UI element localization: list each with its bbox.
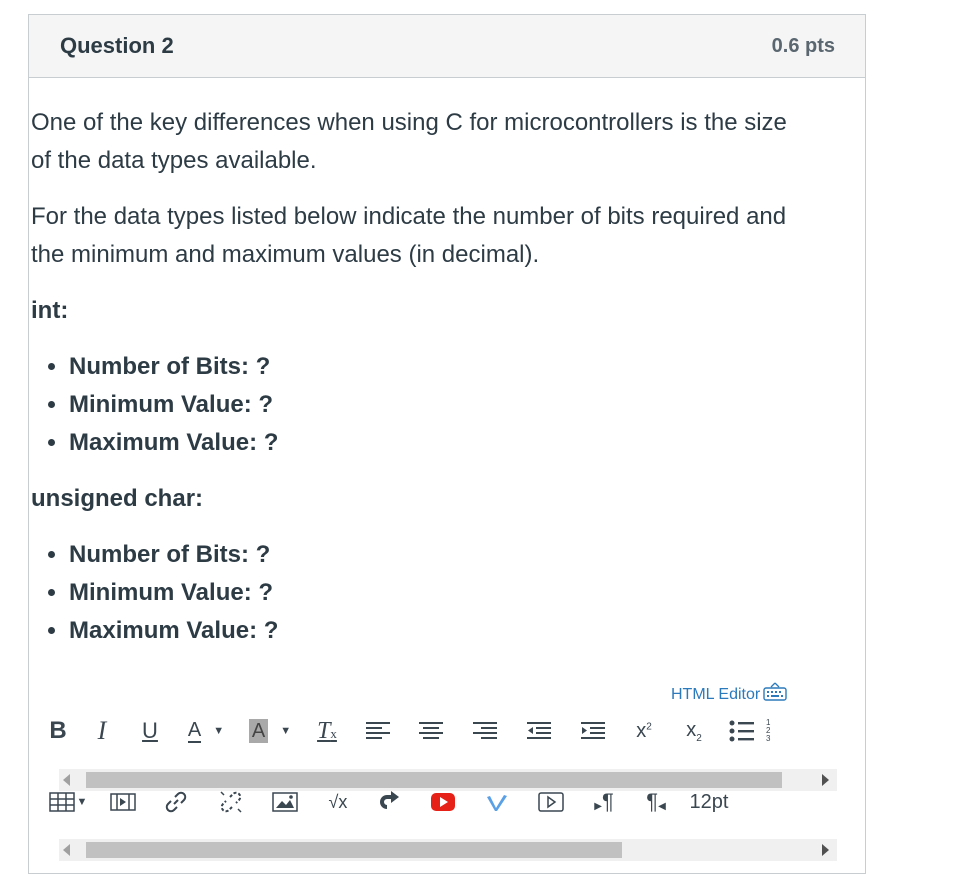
equation-icon: √x [328,791,348,812]
list-item: Number of Bits: ? [69,348,811,386]
section-heading-unsigned-char: unsigned char: [31,485,204,512]
list-item: Minimum Value: ? [69,386,811,424]
align-center-button[interactable] [406,713,456,749]
numbered-list-button[interactable]: 123 [766,713,780,749]
text-color-icon: A [187,719,202,743]
list-item: Maximum Value: ? [69,612,811,650]
align-center-icon [419,722,443,739]
scroll-left-icon[interactable] [63,844,70,856]
superscript-icon: x2 [636,719,652,742]
keyboard-icon [762,682,788,707]
youtube-icon [431,793,455,811]
chevron-down-icon: ▼ [213,725,225,737]
section-heading-int: int: [31,297,69,324]
bold-icon: B [49,717,67,744]
image-icon [272,792,298,812]
indent-icon [581,722,605,739]
int-list: Number of Bits: ? Minimum Value: ? Maxim… [31,348,811,462]
numbered-list-icon: 123 [766,718,771,743]
paragraph-rtl-icon: ¶◀ [646,789,666,814]
italic-button[interactable]: I [80,713,124,749]
intro-paragraph: One of the key differences when using C … [31,109,787,174]
align-left-icon [366,722,390,739]
scroll-right-icon[interactable] [822,774,829,786]
link-icon [165,791,187,813]
align-right-icon [473,722,497,739]
instructions-paragraph: For the data types listed below indicate… [31,203,787,268]
link-button[interactable] [150,784,202,820]
clear-formatting-icon: Tx [317,717,337,744]
outdent-icon [527,722,551,739]
subscript-icon: x2 [686,718,702,744]
indent-button[interactable] [568,713,618,749]
font-size-button[interactable]: 12pt [684,784,734,820]
video-button[interactable] [526,784,576,820]
bullet-list-icon [729,720,754,742]
unsigned-char-list: Number of Bits: ? Minimum Value: ? Maxim… [31,536,811,650]
question-points: 0.6 pts [771,34,835,57]
underline-button[interactable]: U [128,713,172,749]
image-button[interactable] [260,784,310,820]
superscript-button[interactable]: x2 [622,713,666,749]
question-body: One of the key differences when using C … [31,104,811,668]
paragraph-ltr-icon: ▶¶ [594,789,614,814]
font-size-label[interactable]: 12pt [690,791,729,814]
chevron-down-icon: ▼ [280,725,292,737]
text-color-button[interactable]: A ▼ [176,713,236,749]
align-left-button[interactable] [354,713,402,749]
scroll-right-icon[interactable] [822,844,829,856]
unlink-button[interactable] [206,784,256,820]
html-editor-link[interactable]: HTML Editor [671,682,788,707]
unlink-icon [220,791,242,813]
underline-icon: U [142,718,158,743]
chevron-down-icon: ▼ [76,796,88,808]
clear-formatting-button[interactable]: Tx [304,713,350,749]
vimeo-icon [487,795,507,811]
question-title: Question 2 [60,33,174,58]
bold-button[interactable]: B [40,713,76,749]
background-color-icon: A [248,719,269,743]
question-header: Question 2 0.6 pts [29,15,865,78]
media-icon [110,793,136,811]
ltr-button[interactable]: ▶¶ [580,784,628,820]
table-icon [48,792,75,812]
scrollbar-thumb[interactable] [86,842,622,858]
list-item: Minimum Value: ? [69,574,811,612]
media-button[interactable] [100,784,146,820]
vimeo-button[interactable] [472,784,522,820]
outdent-button[interactable] [514,713,564,749]
html-editor-label[interactable]: HTML Editor [671,686,760,704]
subscript-button[interactable]: x2 [670,713,718,749]
editor-toolbar-formatting: B I U A ▼ A ▼ Tx x2 x2 123 [40,709,806,753]
background-color-button[interactable]: A ▼ [240,713,300,749]
equation-button[interactable]: √x [314,784,362,820]
editor-toolbar-insert: ▼ √x ▶¶ ¶◀ 12pt [40,780,806,824]
align-right-button[interactable] [460,713,510,749]
italic-icon: I [97,716,107,745]
embed-button[interactable] [366,784,414,820]
share-icon [380,791,399,809]
bullet-list-button[interactable] [722,713,762,749]
toolbar-scrollbar[interactable] [59,839,837,861]
rtl-button[interactable]: ¶◀ [632,784,680,820]
list-item: Number of Bits: ? [69,536,811,574]
play-icon [538,792,564,812]
list-item: Maximum Value: ? [69,424,811,462]
youtube-button[interactable] [418,784,468,820]
table-button[interactable]: ▼ [40,784,96,820]
